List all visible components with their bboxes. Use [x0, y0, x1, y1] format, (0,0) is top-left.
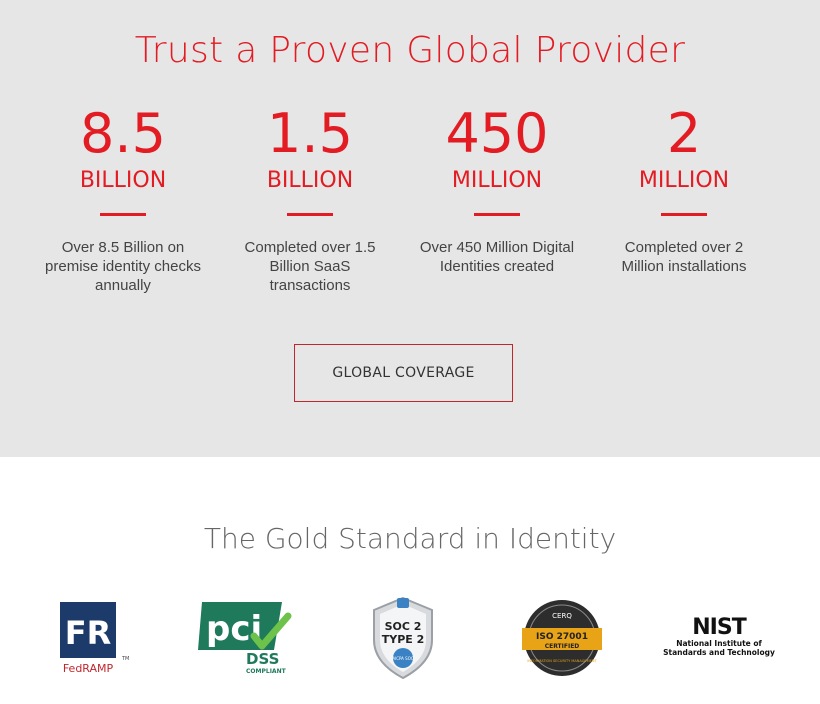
svg-text:COMPLIANT: COMPLIANT — [246, 668, 287, 675]
stat-divider — [661, 213, 707, 216]
stat-description: Over 8.5 Billion on premise identity che… — [45, 239, 201, 294]
svg-text:CERQ: CERQ — [552, 612, 572, 620]
certifications-title: The Gold Standard in Identity — [203, 522, 617, 555]
stat-number: 1.5 — [267, 102, 353, 165]
stat-unit: BILLION — [79, 168, 167, 193]
stat-number: 8.5 — [80, 102, 166, 165]
nist-icon: NIST National Institute of Standards and… — [663, 615, 775, 657]
stat-item: 2 MILLION Completed over 2 Million insta… — [594, 100, 774, 276]
fedramp-icon: FR TM FedRAMP — [60, 602, 129, 675]
stat-description: Completed over 1.5 Billion SaaS transact… — [244, 239, 376, 294]
svg-text:FedRAMP: FedRAMP — [63, 662, 114, 675]
stats-section: Trust a Proven Global Provider 8.5 BILLI… — [0, 0, 820, 457]
stat-unit: MILLION — [451, 168, 543, 193]
stat-divider — [474, 213, 520, 216]
svg-text:TYPE 2: TYPE 2 — [382, 633, 425, 646]
stat-number: 2 — [666, 102, 702, 165]
pci-dss-logo: pci DSS COMPLIANT — [196, 596, 296, 680]
stat-unit: MILLION — [638, 168, 730, 193]
iso-seal-icon: CERQ ISO 27001 CERTIFIED INFORMATION SEC… — [522, 600, 602, 676]
global-coverage-button[interactable]: GLOBAL COVERAGE — [294, 344, 513, 402]
fedramp-logo: FR TM FedRAMP — [56, 596, 130, 680]
stat-item: 450 MILLION Over 450 Million Digital Ide… — [407, 100, 587, 276]
stat-description: Completed over 2 Million installations — [621, 239, 747, 275]
nist-logo: NIST National Institute of Standards and… — [660, 596, 778, 680]
svg-text:FR: FR — [65, 614, 112, 652]
svg-text:NIST: NIST — [692, 615, 746, 640]
svg-text:ISO 27001: ISO 27001 — [536, 632, 588, 642]
pci-dss-icon: pci DSS COMPLIANT — [198, 602, 292, 675]
stat-divider — [287, 213, 333, 216]
iso-27001-logo: CERQ ISO 27001 CERTIFIED INFORMATION SEC… — [520, 596, 604, 680]
stat-unit: BILLION — [266, 168, 354, 193]
svg-text:SOC 2: SOC 2 — [385, 620, 422, 633]
svg-text:Standards and Technology: Standards and Technology — [663, 648, 775, 657]
stat-description: Over 450 Million Digital Identities crea… — [419, 239, 575, 275]
soc2-shield-icon: SOC 2 TYPE 2 AICPA SOC — [373, 596, 433, 680]
svg-text:INFORMATION SECURITY MANAGEMEN: INFORMATION SECURITY MANAGEMENT — [527, 659, 597, 663]
svg-text:TM: TM — [121, 656, 129, 662]
svg-text:National Institute of: National Institute of — [676, 639, 762, 648]
svg-text:DSS: DSS — [246, 650, 279, 668]
stat-item: 1.5 BILLION Completed over 1.5 Billion S… — [220, 100, 400, 295]
stat-item: 8.5 BILLION Over 8.5 Billion on premise … — [33, 100, 213, 295]
stat-number: 450 — [445, 102, 549, 165]
svg-text:CERTIFIED: CERTIFIED — [545, 643, 580, 650]
svg-text:pci: pci — [206, 609, 262, 649]
stat-divider — [100, 213, 146, 216]
stats-title: Trust a Proven Global Provider — [134, 30, 686, 71]
soc2-logo: SOC 2 TYPE 2 AICPA SOC — [370, 596, 436, 680]
svg-text:AICPA SOC: AICPA SOC — [392, 656, 414, 661]
